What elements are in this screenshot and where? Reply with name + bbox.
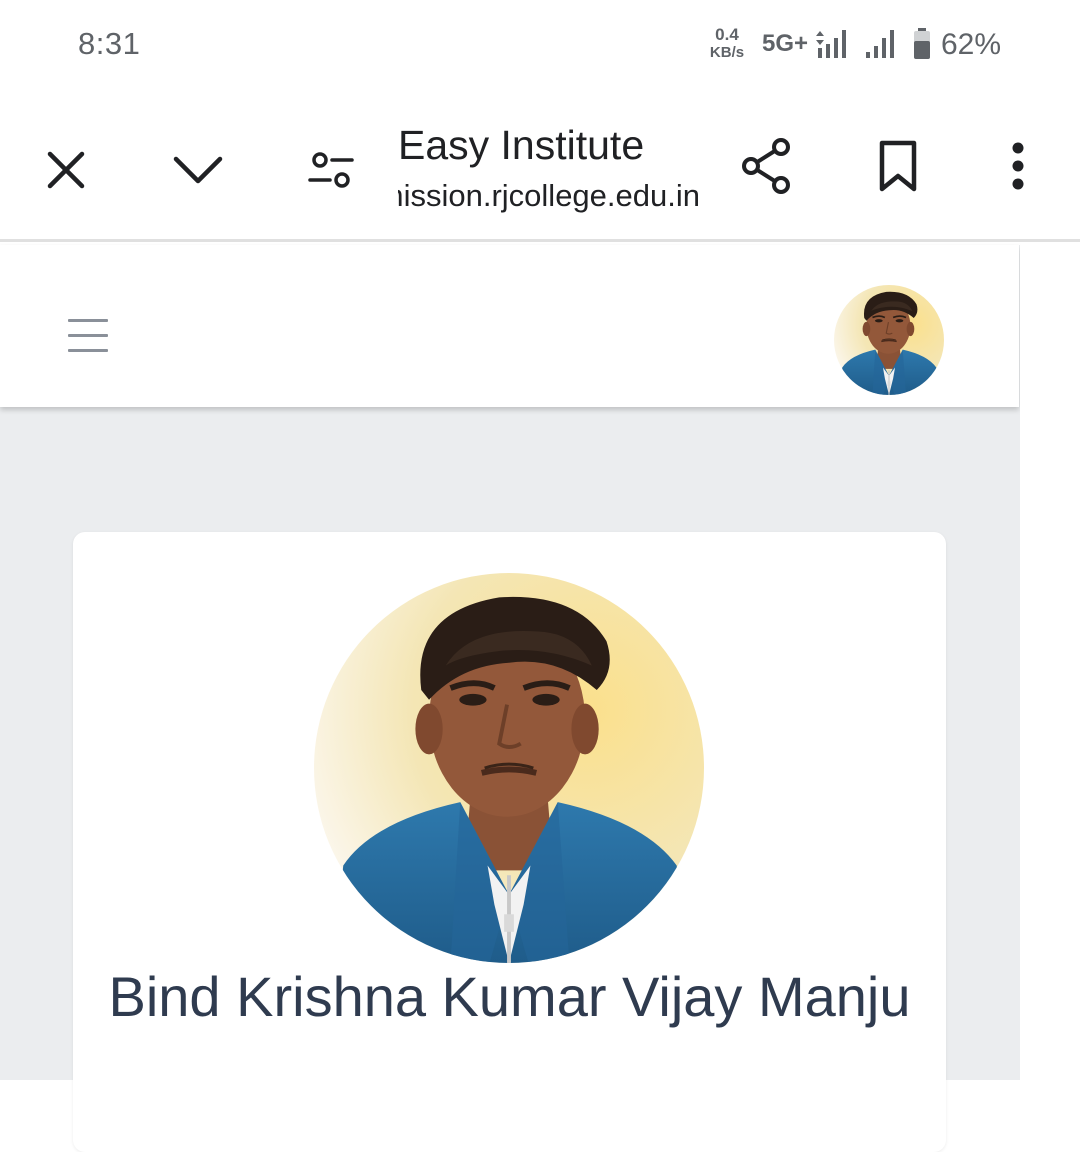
status-time: 8:31 (78, 26, 141, 61)
page-info-icon (308, 152, 354, 188)
more-vert-icon (1012, 142, 1024, 190)
battery-icon (914, 28, 930, 59)
profile-card: Bind Krishna Kumar Vijay Manju (73, 532, 946, 1152)
signal-strength-icon (816, 30, 846, 58)
status-bar: 8:31 0.4 KB/s 5G+ 62% (0, 0, 1080, 92)
web-page: Bind Krishna Kumar Vijay Manju (0, 245, 1020, 1152)
url-container[interactable]: admission.rjcollege.edu.in (398, 178, 700, 218)
page-url: admission.rjcollege.edu.in (398, 178, 700, 213)
close-icon (47, 151, 85, 189)
network-type: 5G+ (762, 30, 809, 57)
hamburger-icon[interactable] (68, 319, 108, 357)
site-header (0, 245, 1019, 407)
close-button[interactable] (38, 142, 94, 198)
page-info-button[interactable] (302, 142, 358, 198)
more-options-button[interactable] (996, 136, 1040, 196)
browser-toolbar: Easy Institute admission.rjcollege.edu.i… (0, 92, 1080, 242)
network-speed-value: 0.4 (715, 25, 739, 44)
avatar[interactable] (834, 285, 944, 395)
network-speed: 0.4 KB/s (706, 26, 748, 60)
profile-name: Bind Krishna Kumar Vijay Manju (108, 965, 911, 1028)
share-icon (742, 138, 790, 194)
signal-strength-2-icon (866, 30, 894, 58)
minimize-button[interactable] (168, 142, 228, 198)
share-button[interactable] (736, 136, 796, 196)
page-title[interactable]: Easy Institute (398, 122, 644, 169)
battery-percentage: 62% (941, 28, 1002, 61)
network-speed-unit: KB/s (709, 44, 745, 61)
avatar-image (834, 285, 944, 395)
profile-photo (314, 573, 704, 963)
profile-photo-image (314, 573, 704, 963)
bookmark-icon (879, 140, 917, 192)
chevron-down-icon (173, 156, 223, 184)
bookmark-button[interactable] (870, 136, 926, 196)
page-gutter (1020, 245, 1080, 1080)
